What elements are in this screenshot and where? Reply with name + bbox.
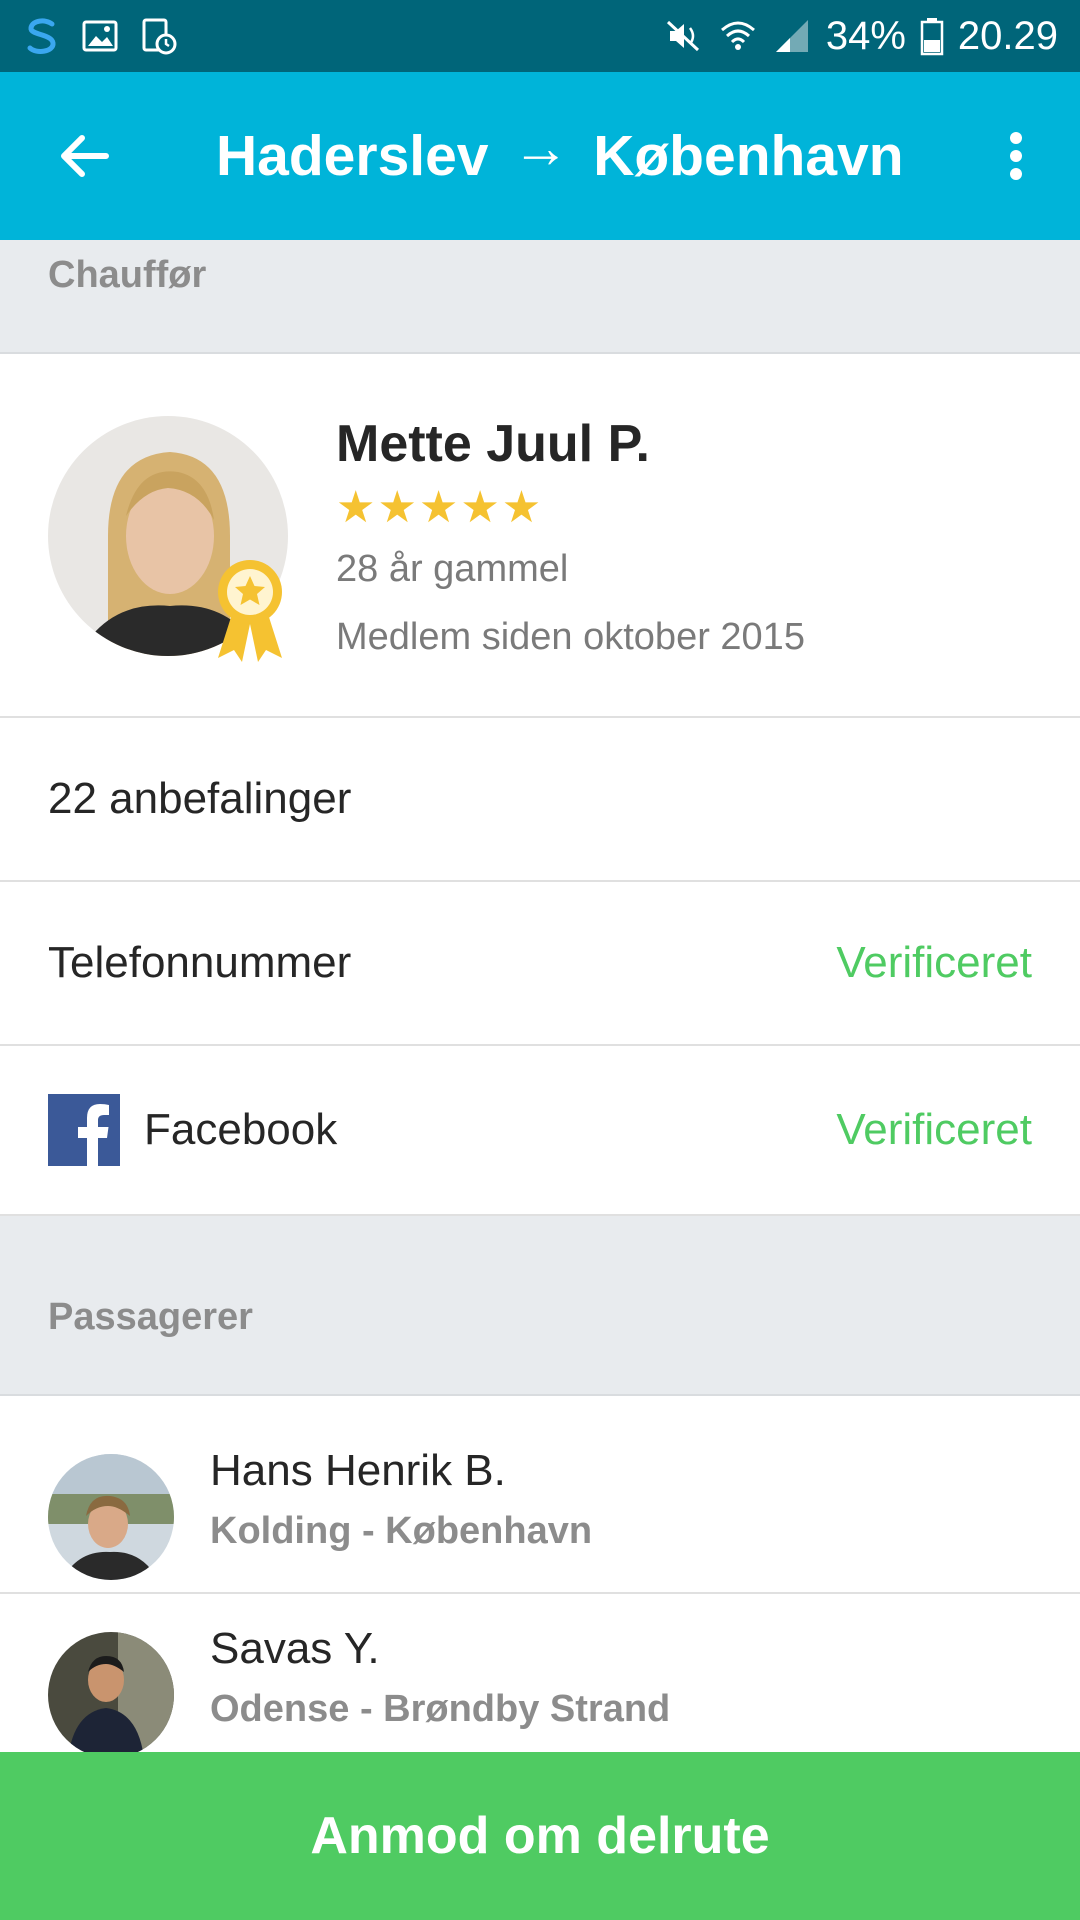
driver-age: 28 år gammel xyxy=(336,548,569,590)
app-s-icon xyxy=(27,18,56,54)
facebook-icon xyxy=(48,1094,120,1166)
mute-icon xyxy=(666,20,699,52)
route-to: København xyxy=(593,124,904,188)
passenger-name: Hans Henrik B. xyxy=(210,1446,506,1495)
battery-icon xyxy=(920,18,944,56)
wifi-icon xyxy=(720,21,755,50)
passenger-avatar xyxy=(48,1632,174,1758)
recommendations-label: 22 anbefalinger xyxy=(48,774,352,823)
passenger-route: Kolding - København xyxy=(210,1510,593,1552)
signal-icon xyxy=(775,20,808,52)
star-rating: ★★★★★ xyxy=(336,483,544,532)
route-arrow: → xyxy=(512,116,570,180)
facebook-verification-row: Facebook Verificeret xyxy=(0,1046,1080,1216)
section-header-driver: Chauffør xyxy=(0,240,1080,354)
gallery-icon xyxy=(82,20,118,52)
phone-verification-row: Telefonnummer Verificeret xyxy=(0,882,1080,1046)
award-badge-icon xyxy=(218,560,282,662)
passenger-avatar xyxy=(48,1454,174,1580)
recommendations-row[interactable]: 22 anbefalinger xyxy=(0,718,1080,882)
section-title-passengers: Passagerer xyxy=(48,1296,253,1338)
section-title-driver: Chauffør xyxy=(48,254,207,296)
facebook-label: Facebook xyxy=(144,1105,338,1154)
facebook-status: Verificeret xyxy=(836,1105,1032,1154)
driver-name: Mette Juul P. xyxy=(336,415,651,473)
member-since: Medlem siden oktober 2015 xyxy=(336,616,805,658)
app-bar: Haderslev → København xyxy=(0,72,1080,240)
passenger-route: Odense - Brøndby Strand xyxy=(210,1688,671,1730)
phone-label: Telefonnummer xyxy=(48,938,352,987)
more-vert-icon[interactable] xyxy=(996,124,1036,188)
back-arrow-icon[interactable] xyxy=(52,124,116,188)
passenger-name: Savas Y. xyxy=(210,1624,380,1673)
status-bar: 34% 20.29 xyxy=(0,0,1080,72)
section-header-passengers: Passagerer xyxy=(0,1216,1080,1396)
clock: 20.29 xyxy=(957,13,1058,58)
route-from: Haderslev xyxy=(216,124,489,188)
request-partial-route-button[interactable]: Anmod om delrute xyxy=(0,1752,1080,1920)
route-title: Haderslev → København xyxy=(216,116,940,189)
battery-percent: 34% xyxy=(825,13,906,58)
calendar-clock-icon xyxy=(142,18,177,55)
phone-status: Verificeret xyxy=(836,938,1032,987)
driver-profile[interactable]: Mette Juul P. ★★★★★ 28 år gammel Medlem … xyxy=(0,354,1080,718)
passenger-item[interactable]: Hans Henrik B. Kolding - København xyxy=(0,1396,1080,1594)
